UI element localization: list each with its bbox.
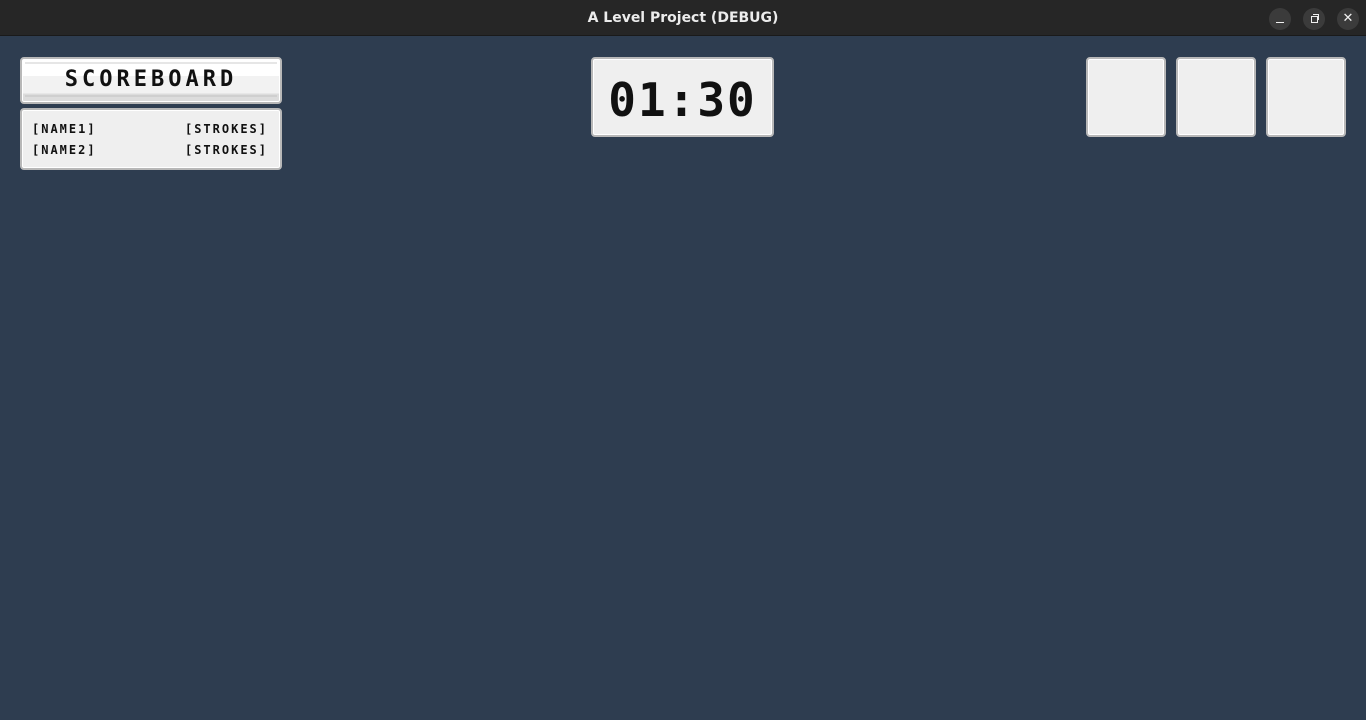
close-icon: ✕ (1342, 11, 1354, 26)
timer-value: 01:30 (608, 73, 757, 127)
window-title: A Level Project (DEBUG) (587, 10, 779, 26)
timer-panel: 01:30 (591, 57, 774, 137)
maximize-button[interactable] (1303, 8, 1325, 30)
player-strokes: [STROKES] (184, 122, 268, 136)
scoreboard-header: SCOREBOARD (20, 57, 282, 104)
player-name: [NAME2] (32, 143, 97, 157)
window-titlebar[interactable]: A Level Project (DEBUG) ✕ (0, 0, 1366, 36)
score-row: [NAME1] [STROKES] (32, 122, 268, 140)
minimize-icon (1276, 22, 1284, 23)
inventory-slot-1[interactable] (1086, 57, 1166, 137)
restore-icon-back (1313, 14, 1319, 20)
player-name: [NAME1] (32, 122, 97, 136)
player-strokes: [STROKES] (184, 143, 268, 157)
inventory-slot-3[interactable] (1266, 57, 1346, 137)
minimize-button[interactable] (1269, 8, 1291, 30)
scoreboard-title: SCOREBOARD (64, 67, 238, 92)
scoreboard-body: [NAME1] [STROKES] [NAME2] [STROKES] (20, 108, 282, 170)
score-row: [NAME2] [STROKES] (32, 143, 268, 161)
close-button[interactable]: ✕ (1337, 8, 1359, 30)
inventory-slot-2[interactable] (1176, 57, 1256, 137)
